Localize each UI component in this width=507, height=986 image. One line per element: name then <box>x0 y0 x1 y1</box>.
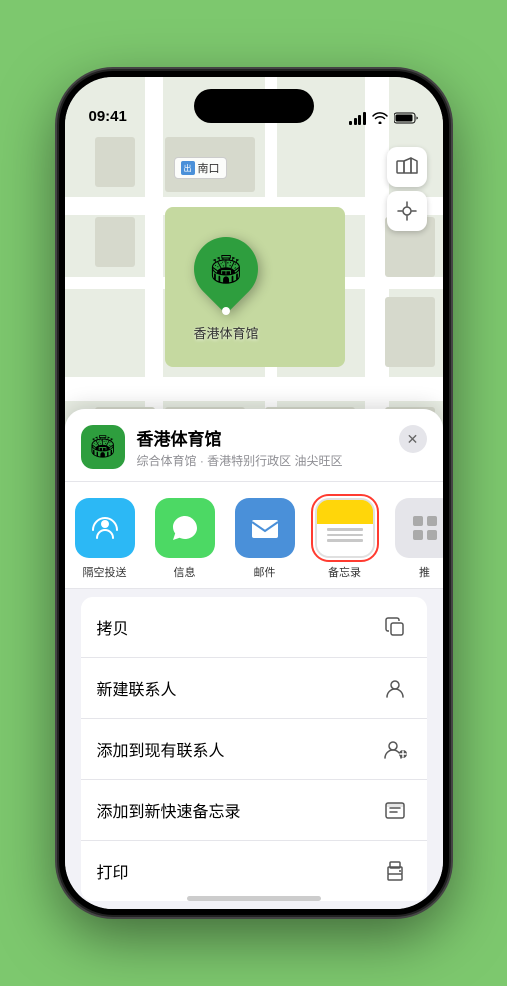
add-notes-icon <box>379 794 411 826</box>
status-time: 09:41 <box>89 108 127 125</box>
marker-venue-icon: 🏟 <box>208 253 244 286</box>
venue-name: 香港体育馆 <box>137 425 387 450</box>
venue-header: 🏟 香港体育馆 综合体育馆 · 香港特别行政区 油尖旺区 ✕ <box>65 409 443 482</box>
menu-item-copy[interactable]: 拷贝 <box>81 597 427 658</box>
print-label: 打印 <box>97 859 129 883</box>
menu-item-add-existing[interactable]: 添加到现有联系人 <box>81 719 427 780</box>
phone-screen: 09:41 <box>65 77 443 909</box>
menu-item-add-notes[interactable]: 添加到新快速备忘录 <box>81 780 427 841</box>
marker-dot <box>222 307 230 315</box>
map-label-icon: 出 <box>181 161 195 175</box>
add-notes-label: 添加到新快速备忘录 <box>97 798 241 822</box>
copy-icon <box>379 611 411 643</box>
dynamic-island <box>194 89 314 123</box>
venue-info: 香港体育馆 综合体育馆 · 香港特别行政区 油尖旺区 <box>137 425 387 469</box>
new-contact-label: 新建联系人 <box>97 676 177 700</box>
notes-icon <box>315 498 375 558</box>
menu-item-new-contact[interactable]: 新建联系人 <box>81 658 427 719</box>
more-label: 推 <box>419 564 430 580</box>
mail-label: 邮件 <box>254 564 276 580</box>
map-controls <box>387 147 427 235</box>
map-label: 出 南口 <box>174 157 227 179</box>
location-button[interactable] <box>387 191 427 231</box>
add-existing-icon <box>379 733 411 765</box>
add-existing-label: 添加到现有联系人 <box>97 737 225 761</box>
home-indicator <box>187 896 321 901</box>
menu-item-print[interactable]: 打印 <box>81 841 427 901</box>
share-row: 隔空投送 信息 <box>65 482 443 589</box>
phone-frame: 09:41 <box>59 71 449 915</box>
marker-pin: 🏟 <box>181 224 272 315</box>
location-marker: 🏟 香港体育馆 <box>194 237 259 342</box>
copy-label: 拷贝 <box>97 615 129 639</box>
marker-label: 香港体育馆 <box>194 323 259 342</box>
airdrop-label: 隔空投送 <box>83 564 127 580</box>
close-button[interactable]: ✕ <box>399 425 427 453</box>
more-apps-icon <box>395 498 443 558</box>
venue-description: 综合体育馆 · 香港特别行政区 油尖旺区 <box>137 452 387 469</box>
print-icon <box>379 855 411 887</box>
new-contact-icon <box>379 672 411 704</box>
bottom-sheet: 🏟 香港体育馆 综合体育馆 · 香港特别行政区 油尖旺区 ✕ <box>65 409 443 909</box>
venue-icon: 🏟 <box>81 425 125 469</box>
messages-icon <box>155 498 215 558</box>
mail-icon <box>235 498 295 558</box>
share-item-mail[interactable]: 邮件 <box>225 498 305 580</box>
messages-label: 信息 <box>174 564 196 580</box>
menu-list: 拷贝 新建联系人 <box>81 597 427 901</box>
signal-icon <box>349 111 366 125</box>
share-item-more[interactable]: 推 <box>385 498 443 580</box>
status-icons <box>349 111 419 125</box>
notes-label: 备忘录 <box>328 564 361 580</box>
share-item-notes[interactable]: 备忘录 <box>305 498 385 580</box>
map-type-button[interactable] <box>387 147 427 187</box>
wifi-icon <box>372 112 388 124</box>
share-item-messages[interactable]: 信息 <box>145 498 225 580</box>
share-item-airdrop[interactable]: 隔空投送 <box>65 498 145 580</box>
airdrop-icon <box>75 498 135 558</box>
battery-icon <box>394 112 419 124</box>
